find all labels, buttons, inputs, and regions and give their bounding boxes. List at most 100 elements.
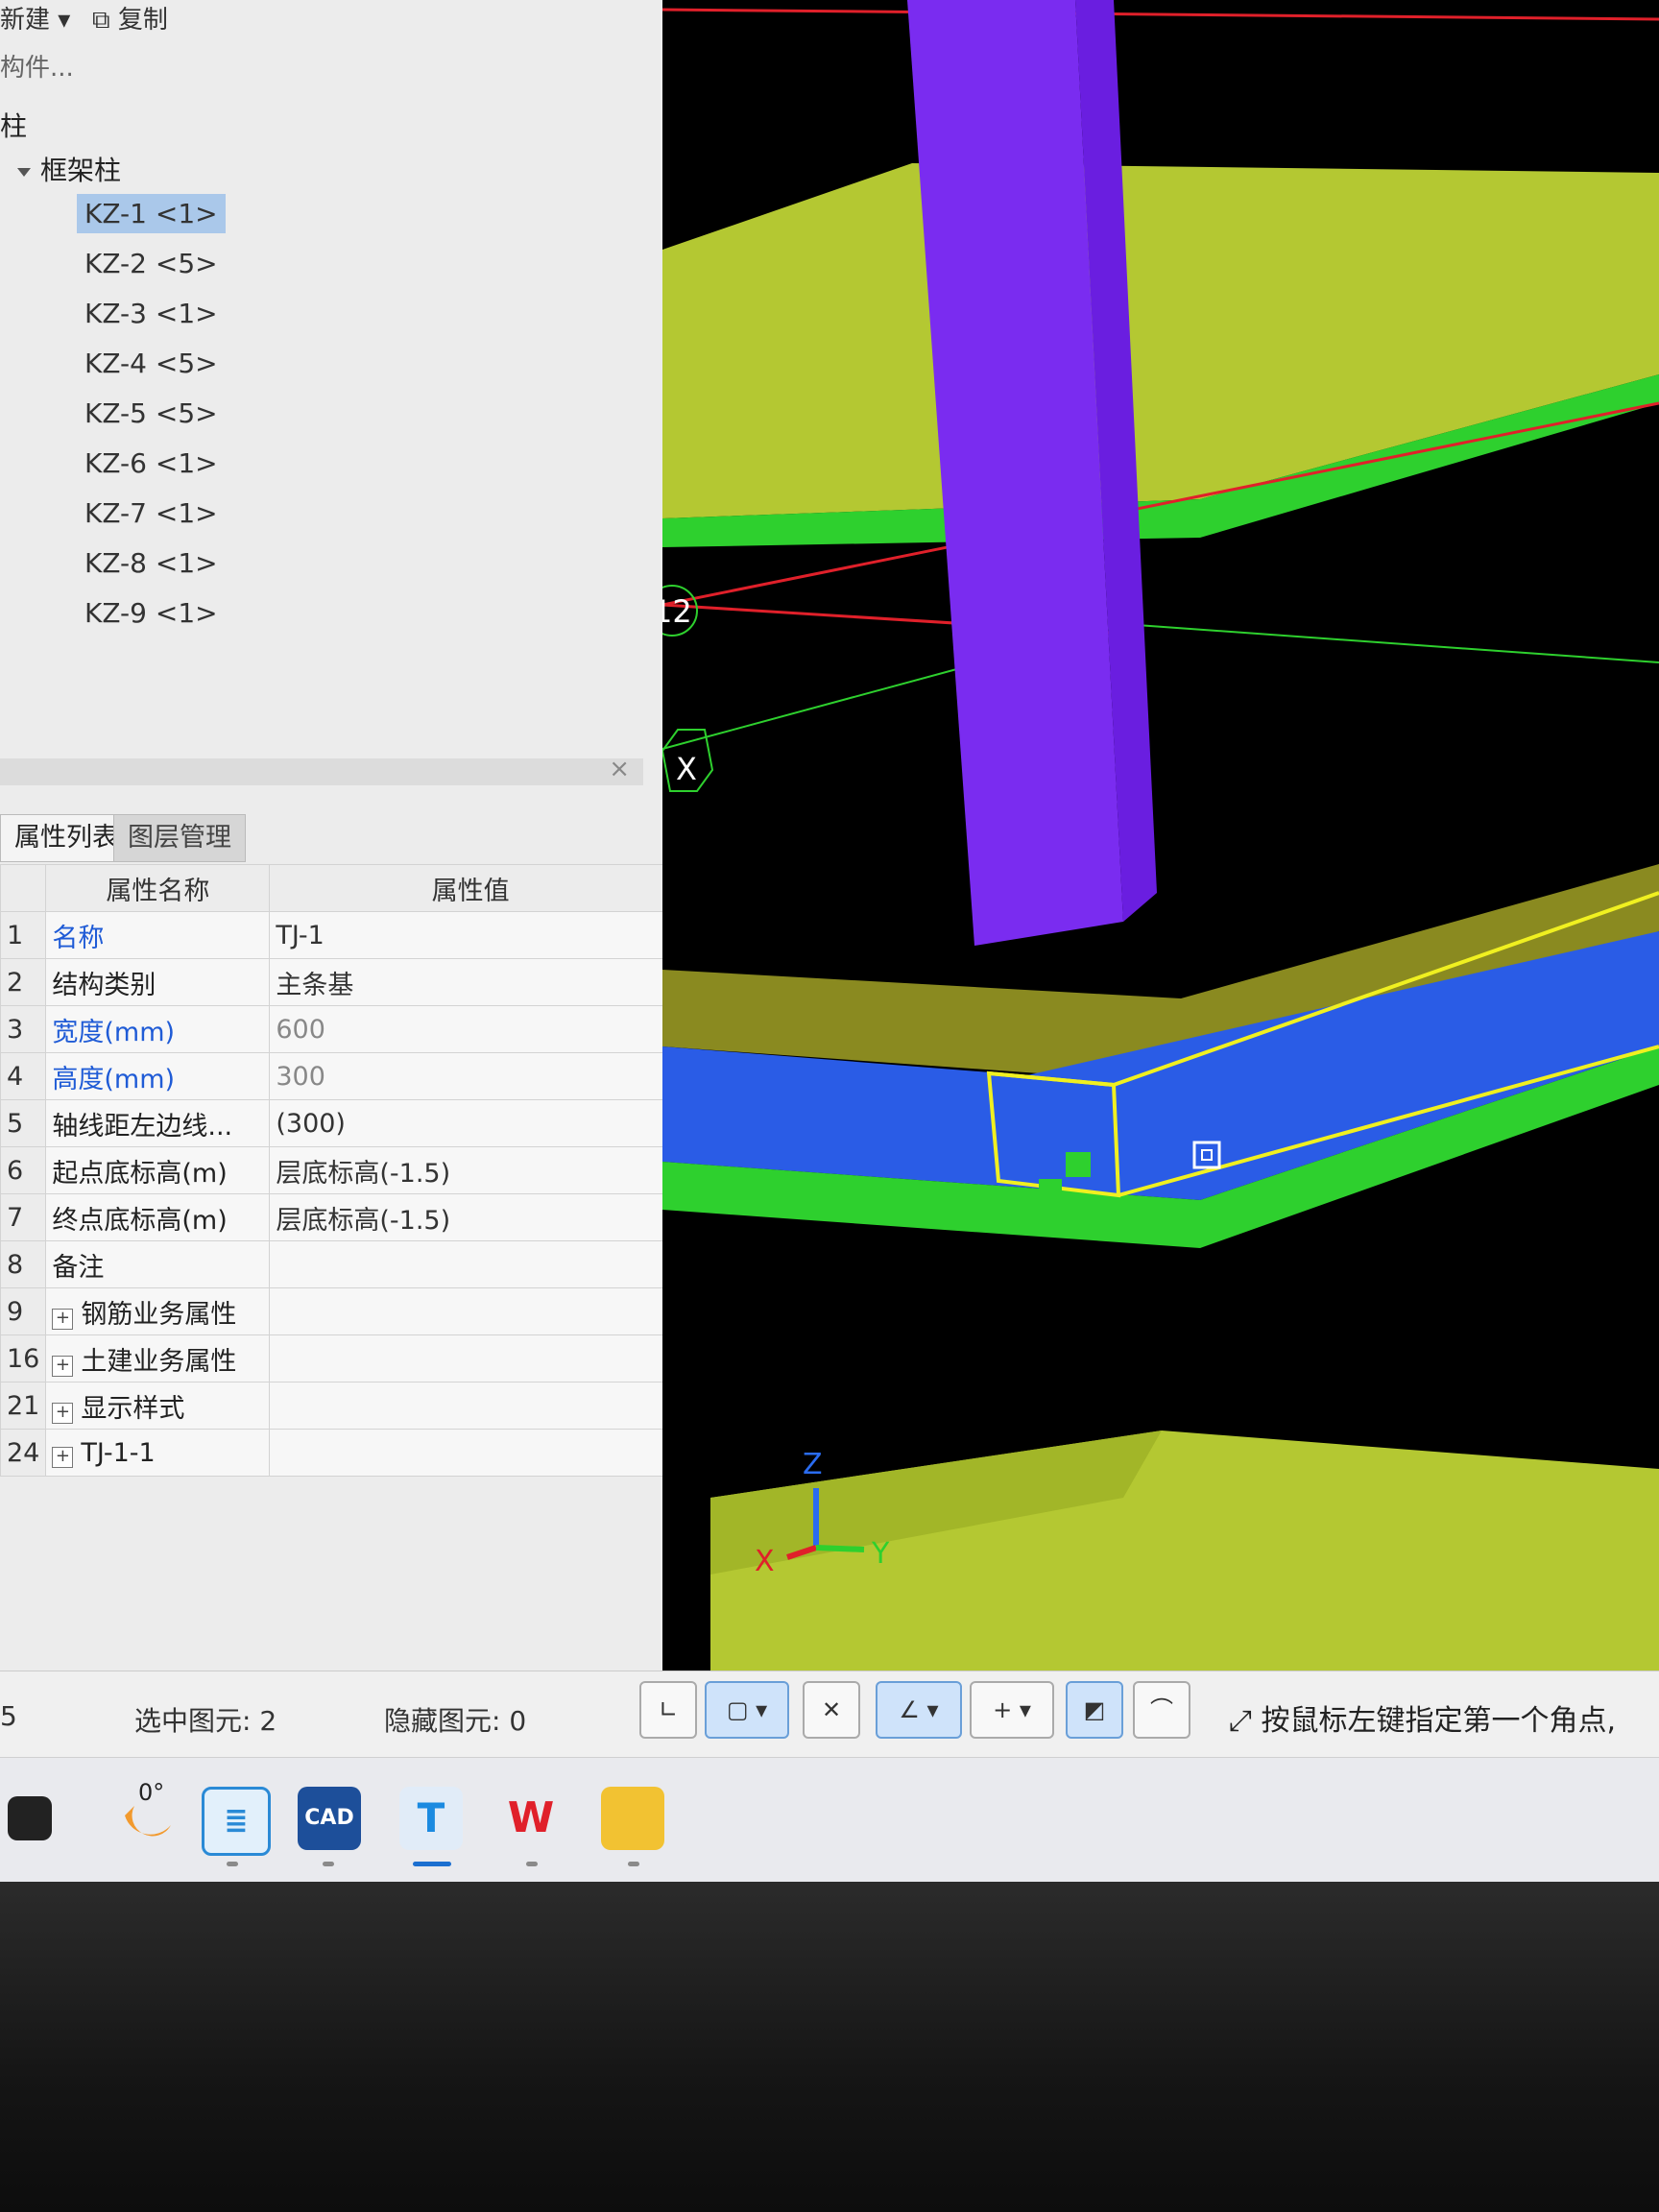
left-panel: 新建 ▾ ⧉ 复制 构件... 柱 框架柱 KZ-1 <1> KZ-2 <5> … — [0, 0, 672, 1690]
property-name: 轴线距左边线... — [45, 1099, 271, 1147]
row-number: 16 — [0, 1334, 47, 1382]
notes-app-icon[interactable]: ≣ — [202, 1787, 271, 1856]
3d-viewport[interactable]: 11 12 X Z X Y — [662, 0, 1659, 1671]
property-value[interactable]: 层底标高(-1.5) — [269, 1146, 672, 1194]
panel-divider[interactable]: × — [0, 755, 643, 785]
table-row-expandable[interactable]: 9 + 钢筋业务属性 — [0, 1287, 672, 1335]
row-number: 6 — [0, 1146, 47, 1194]
tree-item-kz6[interactable]: KZ-6 <1> — [77, 444, 226, 483]
slab-upper[interactable] — [662, 163, 1659, 518]
row-number: 7 — [0, 1193, 47, 1241]
table-row-expandable[interactable]: 21 + 显示样式 — [0, 1382, 672, 1430]
arc-button[interactable]: ⌒ — [1133, 1681, 1190, 1739]
tree-item-kz5[interactable]: KZ-5 <5> — [77, 394, 226, 433]
property-name-header: 属性名称 — [45, 864, 271, 912]
cross-button[interactable]: ✕ — [803, 1681, 860, 1739]
table-row[interactable]: 7 终点底标高(m) 层底标高(-1.5) — [0, 1193, 672, 1241]
status-left-number: 5 — [0, 1700, 17, 1732]
caret-down-icon[interactable] — [17, 167, 31, 177]
angle-button[interactable]: ∠ ▾ — [876, 1681, 962, 1739]
row-number-header — [0, 864, 47, 912]
running-indicator — [323, 1862, 334, 1866]
copy-button[interactable]: ⧉ 复制 — [92, 0, 168, 36]
new-button[interactable]: 新建 ▾ — [0, 0, 70, 36]
screen: 新建 ▾ ⧉ 复制 构件... 柱 框架柱 KZ-1 <1> KZ-2 <5> … — [0, 0, 1659, 1882]
tree-category[interactable]: 柱 — [0, 106, 27, 144]
table-row[interactable]: 4 高度(mm) 300 — [0, 1052, 672, 1100]
dynamic-input-button[interactable]: ◩ — [1066, 1681, 1123, 1739]
row-number: 24 — [0, 1429, 47, 1477]
ortho-button[interactable]: ∟ — [639, 1681, 697, 1739]
offset-button[interactable]: + ▾ — [970, 1681, 1054, 1739]
gizmo-x-label: X — [755, 1545, 775, 1578]
tree-group-frame-column[interactable]: 框架柱 — [17, 150, 121, 188]
folder-icon[interactable] — [601, 1787, 664, 1850]
table-row[interactable]: 8 备注 — [0, 1240, 672, 1288]
tree-item-kz3[interactable]: KZ-3 <1> — [77, 294, 226, 333]
table-row[interactable]: 6 起点底标高(m) 层底标高(-1.5) — [0, 1146, 672, 1194]
windows-icon[interactable] — [8, 1796, 52, 1840]
table-row[interactable]: 1 名称 TJ-1 — [0, 911, 672, 959]
wps-icon[interactable]: W — [499, 1787, 563, 1850]
component-tree: 柱 框架柱 KZ-1 <1> KZ-2 <5> KZ-3 <1> KZ-4 <5… — [0, 96, 624, 749]
row-number: 21 — [0, 1382, 47, 1430]
row-number: 2 — [0, 958, 47, 1006]
cad-icon[interactable]: CAD — [298, 1787, 361, 1850]
tree-item-kz1[interactable]: KZ-1 <1> — [77, 194, 226, 233]
running-indicator — [526, 1862, 538, 1866]
t-app-icon[interactable]: T — [399, 1787, 463, 1850]
tree-item-kz7[interactable]: KZ-7 <1> — [77, 493, 226, 533]
grip-handle[interactable] — [1066, 1152, 1091, 1177]
tree-item-kz4[interactable]: KZ-4 <5> — [77, 344, 226, 383]
expand-icon[interactable]: + — [52, 1402, 74, 1424]
property-group[interactable]: + 钢筋业务属性 — [45, 1287, 271, 1335]
snap-button[interactable]: ▢ ▾ — [705, 1681, 789, 1739]
table-row[interactable]: 5 轴线距左边线... (300) — [0, 1099, 672, 1147]
property-name: 结构类别 — [45, 958, 271, 1006]
property-group[interactable]: + 显示样式 — [45, 1382, 271, 1430]
table-row[interactable]: 2 结构类别 主条基 — [0, 958, 672, 1006]
table-row-expandable[interactable]: 24 + TJ-1-1 — [0, 1429, 672, 1477]
foundation-beam[interactable] — [662, 931, 1659, 1200]
cross-icon: ✕ — [821, 1696, 842, 1723]
model-view[interactable]: 11 12 X Z X Y — [662, 0, 1659, 1671]
property-value — [269, 1287, 672, 1335]
component-search[interactable]: 构件... — [0, 48, 614, 86]
table-row-expandable[interactable]: 16 + 土建业务属性 — [0, 1334, 672, 1382]
row-number: 9 — [0, 1287, 47, 1335]
taskbar: 0° ≣ CAD T W — [0, 1757, 1659, 1882]
tree-item-kz9[interactable]: KZ-9 <1> — [77, 593, 226, 633]
temperature: 0° — [138, 1779, 165, 1806]
property-value[interactable]: (300) — [269, 1099, 672, 1147]
table-row[interactable]: 3 宽度(mm) 600 — [0, 1005, 672, 1053]
expand-icon[interactable]: + — [52, 1446, 74, 1468]
row-number: 8 — [0, 1240, 47, 1288]
resize-arrows-icon: ⤢ — [1229, 1704, 1252, 1738]
property-group[interactable]: + 土建业务属性 — [45, 1334, 271, 1382]
property-value[interactable] — [269, 1240, 672, 1288]
property-table: 属性名称 属性值 1 名称 TJ-1 2 结构类别 主条基 3 宽度(mm) 6… — [0, 864, 672, 1477]
running-indicator — [227, 1862, 238, 1866]
expand-icon[interactable]: + — [52, 1308, 74, 1330]
tree-item-kz2[interactable]: KZ-2 <5> — [77, 244, 226, 283]
grip-handle[interactable] — [1039, 1179, 1062, 1202]
row-number: 3 — [0, 1005, 47, 1053]
arc-icon: ⌒ — [1150, 1696, 1173, 1723]
table-header-row: 属性名称 属性值 — [0, 864, 672, 912]
expand-icon[interactable]: + — [52, 1355, 74, 1377]
selected-count: 选中图元: 2 — [134, 1705, 277, 1737]
weather-widget[interactable]: 0° — [115, 1779, 182, 1854]
property-group[interactable]: + TJ-1-1 — [45, 1429, 271, 1477]
property-value[interactable]: 600 — [269, 1005, 672, 1053]
property-value[interactable]: 主条基 — [269, 958, 672, 1006]
property-name: 起点底标高(m) — [45, 1146, 271, 1194]
tab-layers[interactable]: 图层管理 — [113, 814, 246, 862]
property-value[interactable]: 300 — [269, 1052, 672, 1100]
close-icon[interactable]: × — [609, 755, 630, 783]
property-value[interactable]: TJ-1 — [269, 911, 672, 959]
tree-item-kz8[interactable]: KZ-8 <1> — [77, 543, 226, 583]
property-value — [269, 1334, 672, 1382]
offset-icon: + ▾ — [993, 1696, 1031, 1723]
row-number: 5 — [0, 1099, 47, 1147]
property-value[interactable]: 层底标高(-1.5) — [269, 1193, 672, 1241]
